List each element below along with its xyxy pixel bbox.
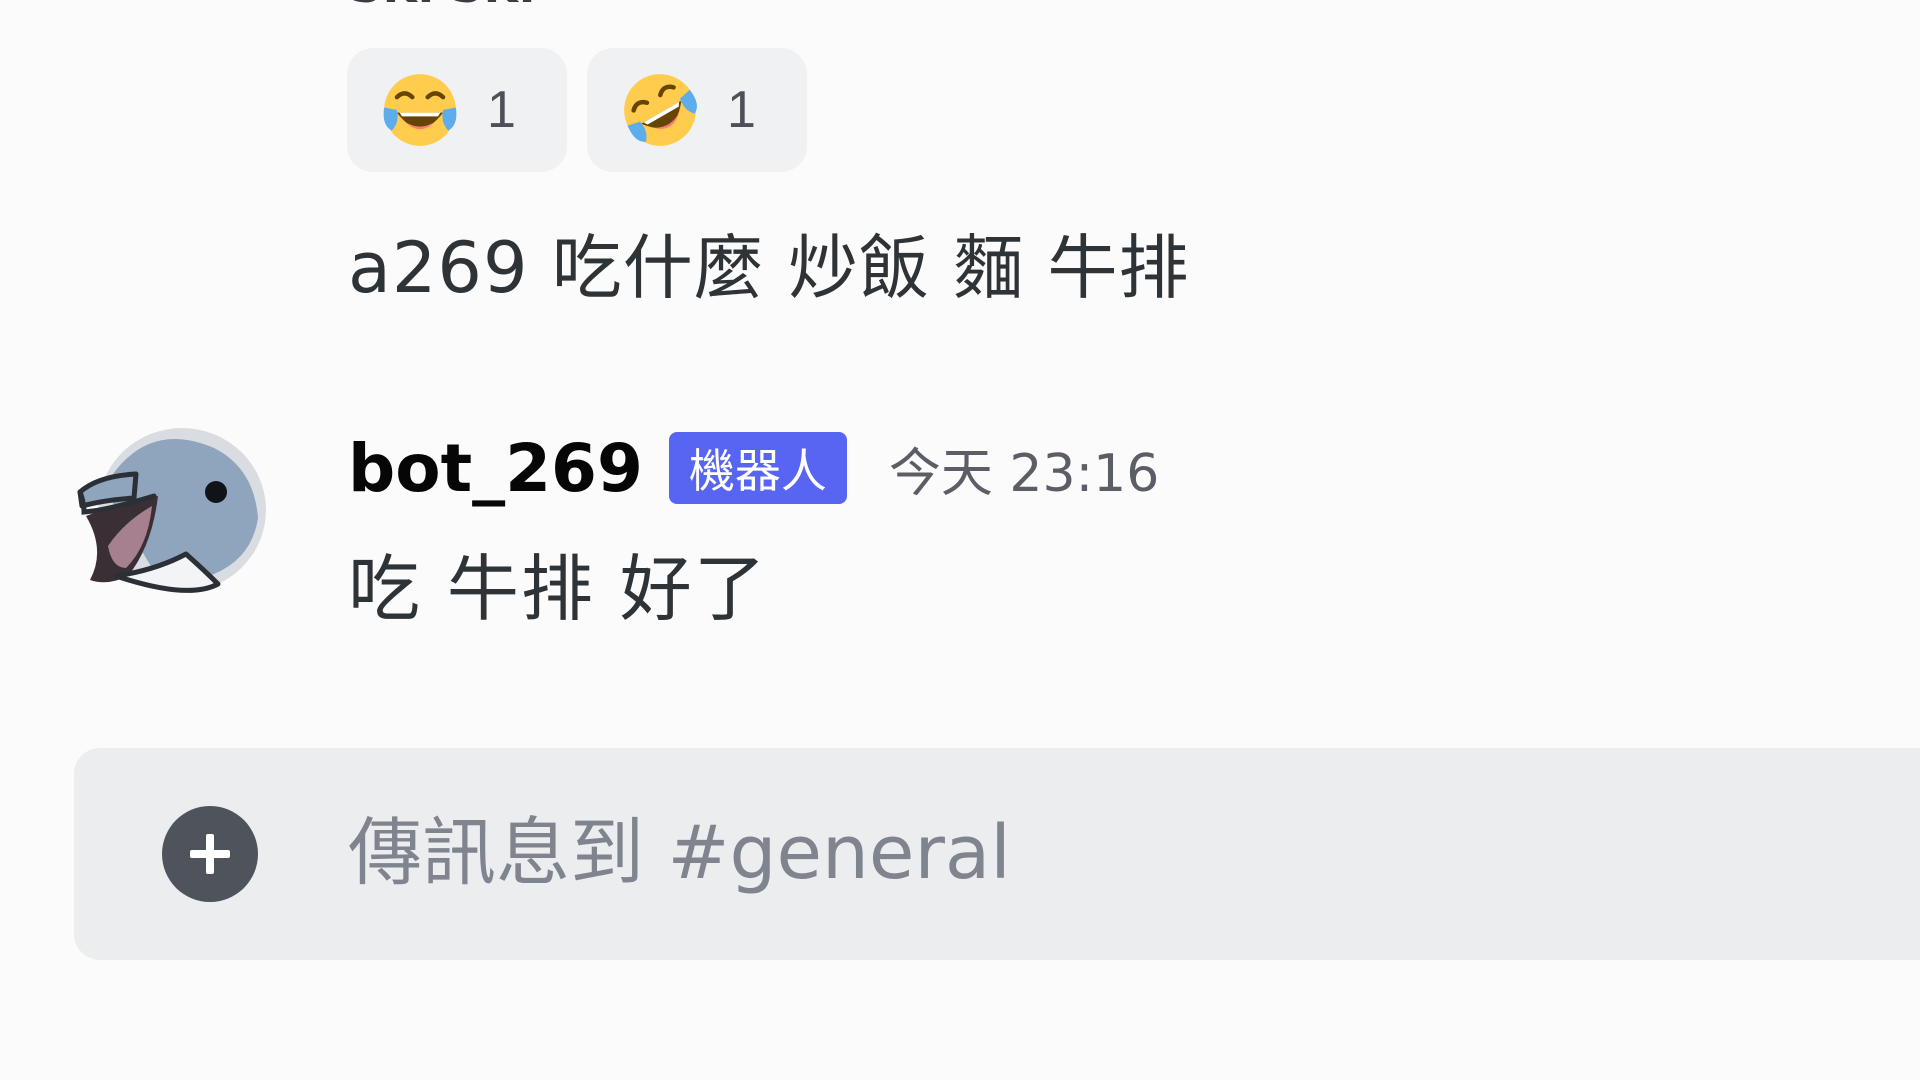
message-input[interactable] [348, 798, 1848, 908]
attach-button[interactable] [162, 806, 258, 902]
message-timestamp: 今天 23:16 [888, 443, 1160, 504]
reaction-bar: 1 1 [347, 48, 807, 172]
reaction-rofl[interactable]: 1 [587, 48, 807, 172]
dolphin-avatar-icon[interactable] [70, 418, 270, 618]
bot-badge: 機器人 [668, 432, 847, 504]
author-name[interactable]: bot_269 [348, 430, 643, 507]
message-text: a269 吃什麼 炒飯 麵 牛排 [348, 227, 1190, 309]
message-text: 吃 牛排 好了 [348, 547, 768, 631]
plus-circle-icon [190, 834, 230, 874]
chat-view: SKPSKP 1 [0, 0, 1920, 1080]
previous-message-cutoff-text: SKPSKP [350, 0, 552, 13]
reaction-count: 1 [487, 81, 516, 139]
message-header: bot_269 機器人 今天 23:16 [348, 428, 1159, 508]
reaction-joy[interactable]: 1 [347, 48, 567, 172]
rolling-on-the-floor-laughing-icon [624, 74, 697, 146]
reaction-count: 1 [727, 81, 756, 139]
message-composer [74, 748, 1920, 960]
face-with-tears-of-joy-icon [383, 74, 457, 146]
